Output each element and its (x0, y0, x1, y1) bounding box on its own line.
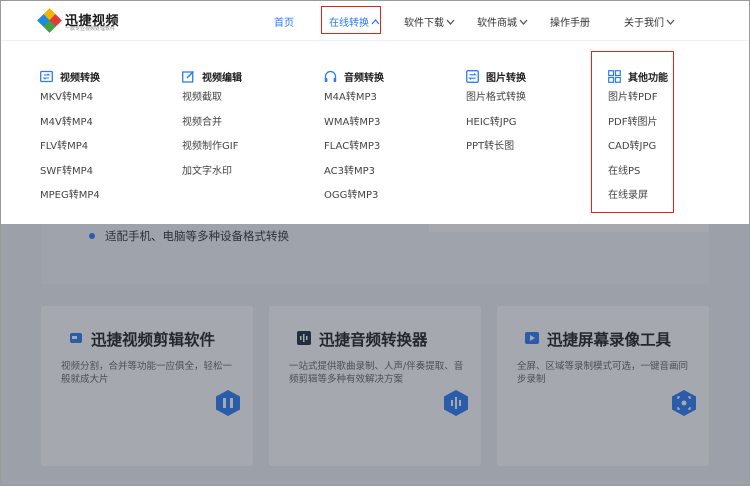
menu-item-flac-to-mp3[interactable]: FLAC转MP3 (324, 140, 384, 165)
menu-item-flv-to-mp4[interactable]: FLV转MP4 (40, 140, 100, 165)
menu-item-pdf-to-image[interactable]: PDF转图片 (608, 116, 668, 141)
nav-label: 软件下载 (404, 18, 444, 29)
menu-column-title: 视频编辑 (202, 72, 242, 84)
menu-column-title: 音频转换 (344, 72, 384, 84)
nav-home[interactable]: 首页 (274, 14, 294, 29)
nav-about[interactable]: 关于我们 (624, 14, 675, 29)
menu-item-mpeg-to-mp4[interactable]: MPEG转MP4 (40, 189, 100, 214)
online-convert-dropdown: 视频转换 MKV转MP4 M4V转MP4 FLV转MP4 SWF转MP4 MPE… (1, 41, 749, 224)
headphones-icon (324, 70, 337, 82)
nav-manual[interactable]: 操作手册 (550, 14, 590, 29)
menu-item-m4v-to-mp4[interactable]: M4V转MP4 (40, 116, 100, 141)
nav-software-download[interactable]: 软件下载 (404, 14, 455, 29)
chevron-down-icon (446, 19, 455, 25)
menu-item-online-ps[interactable]: 在线PS (608, 165, 668, 190)
menu-column-header: 音频转换 (324, 68, 384, 84)
menu-item-ogg-to-mp3[interactable]: OGG转MP3 (324, 189, 384, 214)
menu-column-image-convert: 图片转换 图片格式转换 HEIC转JPG PPT转长图 (466, 68, 526, 165)
nav-label: 软件商城 (477, 18, 517, 29)
menu-item-add-watermark[interactable]: 加文字水印 (182, 165, 242, 190)
chevron-up-icon (371, 19, 380, 25)
menu-column-other-features: 其他功能 图片转PDF PDF转图片 CAD转JPG 在线PS 在线录屏 (608, 68, 668, 214)
image-convert-icon (466, 69, 479, 83)
menu-item-video-merge[interactable]: 视频合并 (182, 116, 242, 141)
menu-column-title: 图片转换 (486, 72, 526, 84)
menu-column-header: 其他功能 (608, 68, 668, 84)
brand-tagline: 一款专业视频处理软件 (65, 26, 116, 32)
menu-column-header: 视频转换 (40, 68, 100, 84)
logo-mark-icon (37, 8, 62, 33)
menu-item-wma-to-mp3[interactable]: WMA转MP3 (324, 116, 384, 141)
nav-label: 在线转换 (329, 18, 369, 29)
grid-icon (608, 69, 621, 83)
menu-item-image-to-pdf[interactable]: 图片转PDF (608, 91, 668, 116)
menu-column-video-convert: 视频转换 MKV转MP4 M4V转MP4 FLV转MP4 SWF转MP4 MPE… (40, 68, 100, 214)
brand-logo[interactable]: 迅捷视频 一款专业视频处理软件 (37, 8, 151, 34)
nav-label: 关于我们 (624, 18, 664, 29)
nav-online-convert[interactable]: 在线转换 (329, 14, 380, 29)
menu-item-image-format[interactable]: 图片格式转换 (466, 91, 526, 116)
menu-column-title: 视频转换 (60, 72, 100, 84)
chevron-down-icon (666, 19, 675, 25)
menu-column-header: 视频编辑 (182, 68, 242, 84)
nav-label: 操作手册 (550, 18, 590, 29)
video-convert-icon (40, 70, 53, 82)
menu-item-video-to-gif[interactable]: 视频制作GIF (182, 140, 242, 165)
menu-item-ac3-to-mp3[interactable]: AC3转MP3 (324, 165, 384, 190)
menu-item-ppt-to-long-image[interactable]: PPT转长图 (466, 140, 526, 165)
menu-item-mkv-to-mp4[interactable]: MKV转MP4 (40, 91, 100, 116)
menu-item-cad-to-jpg[interactable]: CAD转JPG (608, 140, 668, 165)
chevron-down-icon (519, 19, 528, 25)
nav-label: 首页 (274, 18, 294, 29)
dim-overlay (1, 224, 749, 485)
site-header: 迅捷视频 一款专业视频处理软件 首页 在线转换 软件下载 软件商城 操作手册 关… (1, 1, 749, 41)
menu-column-title: 其他功能 (628, 72, 668, 84)
menu-item-screen-record[interactable]: 在线录屏 (608, 189, 668, 214)
menu-item-heic-to-jpg[interactable]: HEIC转JPG (466, 116, 526, 141)
menu-item-m4a-to-mp3[interactable]: M4A转MP3 (324, 91, 384, 116)
menu-column-audio-convert: 音频转换 M4A转MP3 WMA转MP3 FLAC转MP3 AC3转MP3 OG… (324, 68, 384, 214)
video-edit-icon (182, 70, 195, 83)
menu-column-header: 图片转换 (466, 68, 526, 84)
browser-viewport: 适配手机、电脑等多种设备格式转换 迅捷视频剪辑软件 视频分割，合并等功能一应俱全… (0, 0, 750, 486)
nav-software-store[interactable]: 软件商城 (477, 14, 528, 29)
menu-item-video-clip[interactable]: 视频截取 (182, 91, 242, 116)
menu-column-video-edit: 视频编辑 视频截取 视频合并 视频制作GIF 加文字水印 (182, 68, 242, 189)
menu-item-swf-to-mp4[interactable]: SWF转MP4 (40, 165, 100, 190)
